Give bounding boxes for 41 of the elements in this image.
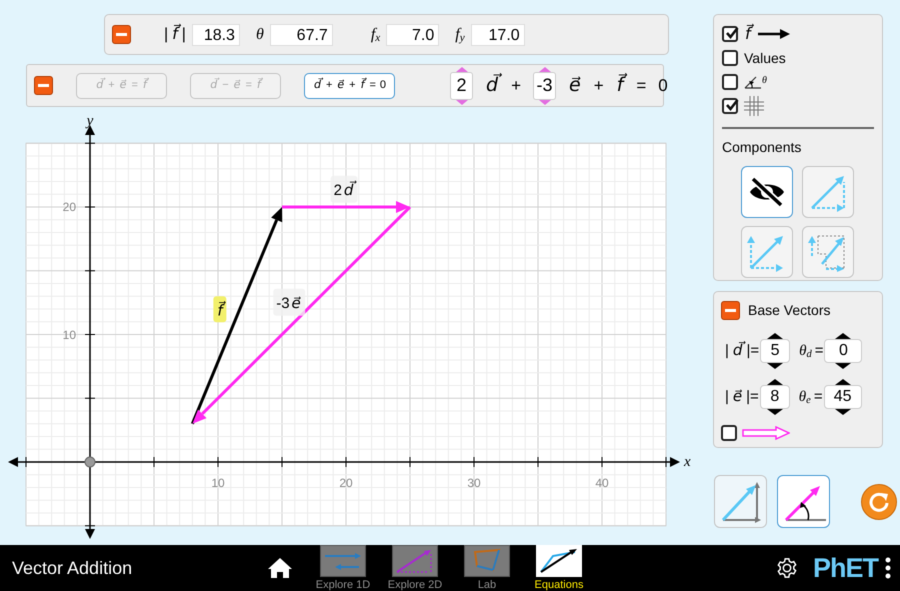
equation-type-button[interactable]: d⃗ + e⃗ + f⃗ = 0: [304, 72, 395, 98]
value-field: 67.7: [270, 24, 333, 46]
app-title: Vector Addition: [12, 556, 134, 580]
vector-symbol: e⃗: [568, 72, 582, 98]
value-field: 18.3: [192, 24, 240, 46]
vector-label: -3e⃗: [273, 288, 305, 316]
value-label: f$_{x}$: [370, 24, 380, 46]
value-label: f$_{y}$: [455, 24, 465, 46]
theta-symbol: θ: [762, 74, 767, 88]
checkbox-label: Values: [744, 48, 786, 68]
value-field: 17.0: [470, 24, 525, 46]
components-title: Components: [722, 138, 802, 157]
x-tick-label: 10: [211, 475, 225, 492]
brand-logo: PhET: [812, 552, 878, 585]
x-tick-label: 20: [339, 475, 353, 492]
vector-symbol: f⃗: [744, 22, 752, 46]
value-field: 7.0: [386, 24, 440, 46]
base-vector-label: | e⃗ |=: [725, 386, 759, 408]
x-tick-label: 30: [467, 475, 481, 492]
equation-operator: =: [636, 74, 646, 97]
vector-label: f⃗: [213, 296, 227, 322]
screen-tab[interactable]: Equations: [523, 545, 595, 591]
y-tick-label: 10: [62, 326, 76, 344]
y-tick-label: 20: [62, 199, 76, 216]
base-vector-label: θ$_{e}$ =: [798, 386, 823, 408]
vector-symbol: d⃗: [485, 70, 500, 100]
x-axis-label: x: [684, 453, 691, 472]
value-label: | f⃗ |: [164, 22, 186, 45]
base-vector-label: | d⃗ |=: [725, 340, 760, 362]
equation-operator: +: [511, 74, 521, 97]
equation-operator: 0: [658, 74, 668, 97]
y-axis-label: y: [86, 112, 94, 131]
screen-tab[interactable]: Explore 2D: [379, 545, 451, 591]
x-tick-label: 40: [595, 475, 609, 492]
vector-label: 2d⃗: [330, 176, 358, 202]
panel-title: Base Vectors: [748, 301, 830, 320]
base-vector-label: θ$_{d}$ =: [799, 340, 824, 362]
screen-tab[interactable]: Lab: [451, 545, 523, 591]
screen-tab[interactable]: Explore 1D: [307, 545, 379, 591]
equation-operator: +: [594, 74, 604, 97]
value-label: θ: [256, 24, 264, 44]
